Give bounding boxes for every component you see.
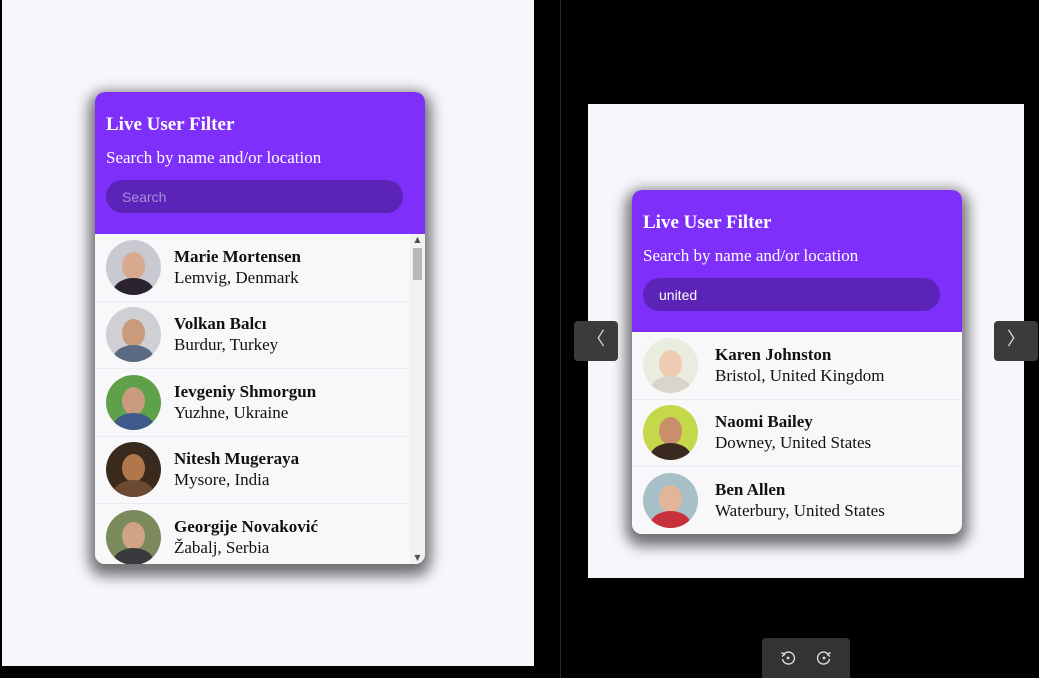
search-input[interactable] [106,180,403,213]
card-header: Live User Filter Search by name and/or l… [95,92,425,234]
user-location: Lemvig, Denmark [174,267,299,287]
chevron-right-icon: 〉 [1007,329,1025,350]
user-location: Mysore, India [174,470,270,490]
avatar [106,374,161,430]
list-scrollbar[interactable]: ▲ ▼ [410,234,425,564]
user-name: Georgije Novaković [174,516,318,536]
right-preview-pane: Live User Filter Search by name and/or l… [588,104,1024,578]
rotate-left-icon [781,651,796,665]
user-filter-card: Live User Filter Search by name and/or l… [632,190,962,534]
previous-button[interactable]: 〈 [574,321,618,361]
user-location: Žabalj, Serbia [174,537,270,557]
card-subtitle: Search by name and/or location [643,246,859,265]
user-name: Ben Allen [715,479,786,499]
left-preview-pane: Live User Filter Search by name and/or l… [2,0,534,666]
scroll-up-arrow-icon[interactable]: ▲ [410,234,425,246]
list-item: Ievgeniy Shmorgun Yuzhne, Ukraine [95,369,410,437]
card-title: Live User Filter [643,212,772,233]
user-list: Marie Mortensen Lemvig, Denmark Volkan B… [95,234,410,564]
rotate-right-button[interactable] [814,648,834,668]
user-name: Marie Mortensen [174,246,301,266]
viewer-toolbar [762,638,850,678]
user-name: Ievgeniy Shmorgun [174,381,317,401]
avatar [106,239,161,295]
avatar [106,509,161,564]
user-name: Volkan Balcı [174,314,267,334]
pane-divider [560,0,561,678]
user-location: Burdur, Turkey [174,335,279,355]
user-name: Karen Johnston [715,344,832,364]
avatar [643,337,698,393]
avatar [106,442,161,498]
next-button[interactable]: 〉 [994,321,1038,361]
user-name: Naomi Bailey [715,412,813,432]
user-location: Waterbury, United States [715,500,885,520]
avatar [643,405,698,461]
search-input[interactable] [643,278,940,311]
scroll-thumb[interactable] [413,248,422,280]
user-location: Bristol, United Kingdom [715,365,885,385]
rotate-right-icon [816,651,831,665]
chevron-left-icon: 〈 [587,329,605,350]
list-item: Naomi Bailey Downey, United States [632,399,962,467]
avatar [643,472,698,528]
list-item: Marie Mortensen Lemvig, Denmark [95,234,410,302]
avatar [106,307,161,363]
list-item: Karen Johnston Bristol, United Kingdom [632,332,962,400]
list-item: Georgije Novaković Žabalj, Serbia [95,504,410,564]
list-item: Volkan Balcı Burdur, Turkey [95,301,410,369]
rotate-left-button[interactable] [778,648,798,668]
scroll-down-arrow-icon[interactable]: ▼ [410,552,425,564]
user-filter-card: Live User Filter Search by name and/or l… [95,92,425,564]
list-item: Nitesh Mugeraya Mysore, India [95,436,410,504]
user-location: Downey, United States [715,433,872,453]
user-location: Yuzhne, Ukraine [174,402,289,422]
card-subtitle: Search by name and/or location [106,148,322,167]
card-header: Live User Filter Search by name and/or l… [632,190,962,332]
user-list: Karen Johnston Bristol, United Kingdom N… [632,332,962,534]
user-name: Nitesh Mugeraya [174,449,300,469]
card-title: Live User Filter [106,114,235,135]
list-item: Ben Allen Waterbury, United States [632,467,962,534]
